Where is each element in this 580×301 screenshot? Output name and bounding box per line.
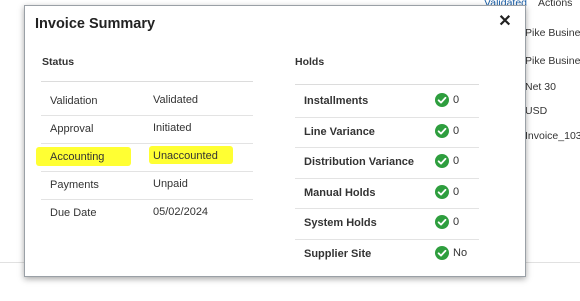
holds-table: Installments 0 Line Variance 0 Distribut… [295,87,479,269]
status-label: Accounting [50,151,105,163]
status-value: Unaccounted [153,150,218,162]
hold-value: 0 [453,124,460,137]
bg-field-value: Net 30 [525,81,556,93]
status-value: Initiated [153,122,192,134]
holds-divider [295,84,479,85]
hold-value: 0 [453,94,460,106]
status-row-validation: Validation Validated [41,88,253,116]
status-label: Payments [50,179,99,191]
hold-row-system-holds: System Holds 0 [295,209,479,240]
hold-value: 0 [453,155,460,167]
status-label: Approval [50,123,94,135]
status-table: Validation Validated Approval Initiated … [36,88,253,227]
status-divider [41,81,253,82]
hold-row-manual-holds: Manual Holds 0 [295,179,479,209]
hold-label: Supplier Site [304,247,372,260]
check-circle-icon [435,123,449,138]
status-heading: Status [42,56,75,68]
check-circle-icon [435,215,449,229]
hold-row-installments: Installments 0 [295,87,479,118]
hold-row-distribution-variance: Distribution Variance 0 [295,148,479,179]
bg-field-value: Pike Busine [525,27,580,39]
bg-field-value: USD [525,105,548,117]
hold-value: No [453,246,468,259]
status-value: 05/02/2024 [153,206,209,218]
hold-value: 0 [453,185,460,198]
status-row-due-date: Due Date 05/02/2024 [41,200,253,227]
status-label: Validation [50,95,98,107]
holds-heading: Holds [295,56,325,68]
check-circle-icon [435,154,449,168]
hold-label: System Holds [304,217,377,229]
bg-field-value: Pike Busine [525,55,580,67]
status-row-accounting: Accounting Unaccounted [36,144,253,172]
check-circle-icon [435,184,449,199]
hold-label: Installments [304,95,369,107]
hold-label: Line Variance [304,125,375,138]
hold-value: 0 [453,216,460,228]
invoice-summary-dialog: Invoice Summary ✕ Status Validation Vali… [24,5,526,277]
dialog-title: Invoice Summary [35,16,156,32]
hold-row-supplier-site: Supplier Site No [295,240,479,270]
check-circle-icon [435,93,449,107]
status-value: Unpaid [153,178,188,190]
status-row-payments: Payments Unpaid [41,172,253,200]
hold-label: Manual Holds [304,186,376,199]
check-circle-icon [435,245,449,260]
status-row-approval: Approval Initiated [41,116,253,144]
hold-label: Distribution Variance [304,156,415,168]
actions-menu[interactable]: Actions [538,0,572,9]
bg-field-value: Invoice_103 [525,130,580,142]
close-icon[interactable]: ✕ [497,14,513,30]
status-label: Due Date [50,207,97,219]
hold-row-line-variance: Line Variance 0 [295,118,479,148]
status-value: Validated [153,94,199,106]
